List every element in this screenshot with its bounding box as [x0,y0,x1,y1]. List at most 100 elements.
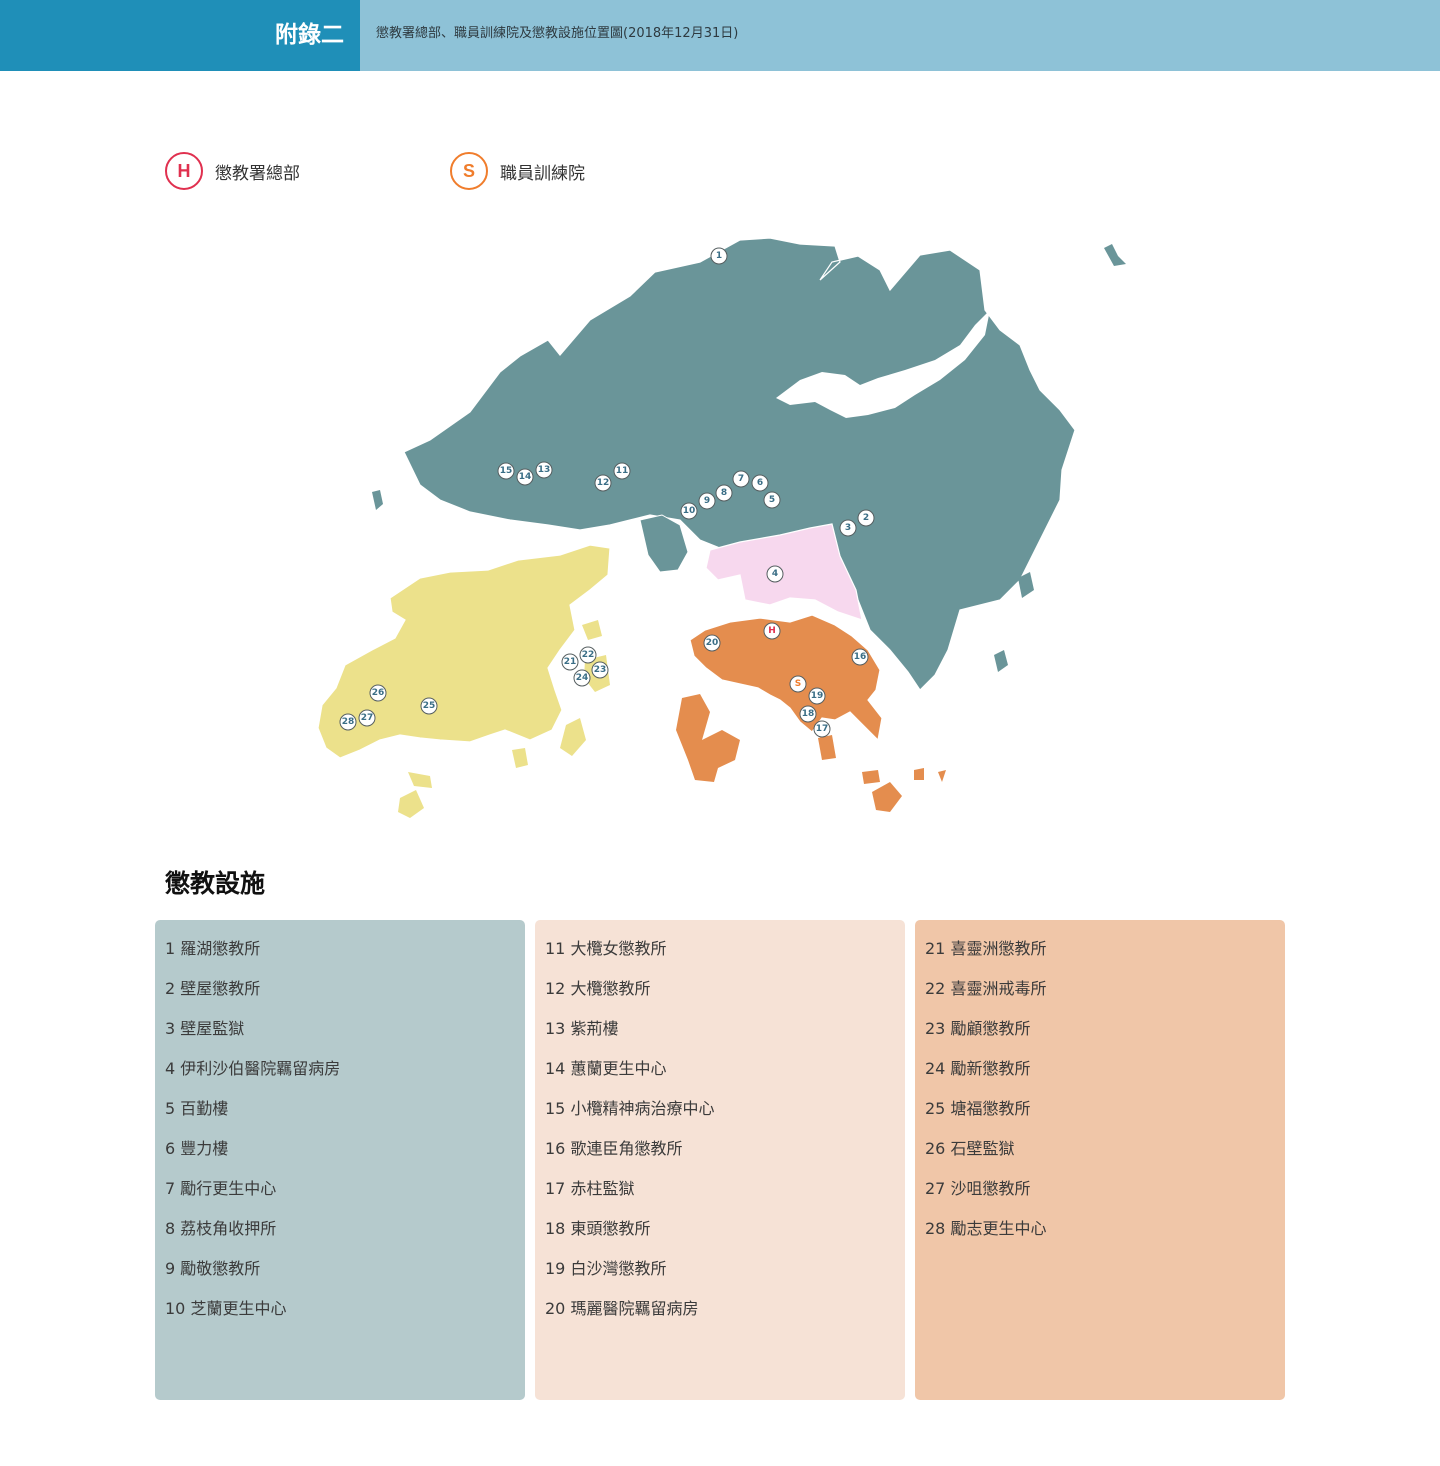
list-item: 22 喜靈洲戒毒所 [925,979,1047,998]
outlying-island-ne [1104,244,1126,266]
svg-text:10: 10 [683,506,696,516]
list-item: 16 歌連臣角懲教所 [545,1139,683,1158]
marker-11: 11 [613,462,631,480]
list-item: 15 小欖精神病治療中心 [545,1099,715,1118]
marker-5: 5 [763,491,781,509]
islet-2 [862,770,880,784]
marker-15: 15 [497,462,515,480]
svg-text:14: 14 [519,472,532,482]
marker-18: 18 [799,705,817,723]
list-item: 17 赤柱監獄 [545,1179,635,1198]
svg-text:13: 13 [538,465,551,475]
svg-text:2: 2 [863,513,869,523]
list-item: 8 荔枝角收押所 [165,1219,277,1238]
list-item: 11 大欖女懲教所 [545,939,667,958]
marker-4: 4 [766,565,784,583]
svg-text:24: 24 [576,673,589,683]
list-item: 26 石壁監獄 [925,1139,1015,1158]
marker-27: 27 [358,709,376,727]
svg-text:1: 1 [716,251,722,261]
svg-text:27: 27 [361,713,374,723]
list-item: 1 羅湖懲教所 [165,939,261,958]
marker-14: 14 [516,468,534,486]
svg-text:H: H [768,626,776,636]
svg-text:11: 11 [616,466,629,476]
marker-23: 23 [591,661,609,679]
svg-text:23: 23 [594,665,607,675]
svg-text:21: 21 [564,657,577,667]
marker-22: 22 [579,646,597,664]
svg-text:3: 3 [845,523,851,533]
list-item: 24 勵新懲教所 [925,1059,1031,1078]
marker-24: 24 [573,669,591,687]
marker-17: 17 [813,720,831,738]
marker-9: 9 [698,492,716,510]
svg-text:16: 16 [854,652,867,662]
list-item: 7 勵行更生中心 [165,1179,277,1198]
cheung-chau [560,718,586,756]
list-item: 5 百勤樓 [165,1099,229,1118]
marker-hq: H [763,622,781,640]
facility-panel-1: 1 羅湖懲教所 2 壁屋懲教所 3 壁屋監獄 4 伊利沙伯醫院羈留病房 5 百勤… [155,920,525,1400]
islet-3 [914,768,924,780]
svg-text:S: S [795,679,801,689]
list-item: 2 壁屋懲教所 [165,979,261,998]
islet-1 [818,735,836,760]
outlying-island-se [994,650,1008,672]
marker-training: S [789,675,807,693]
marker-7: 7 [732,470,750,488]
svg-text:19: 19 [811,691,824,701]
list-item: 12 大欖懲教所 [545,979,651,998]
facilities-heading: 懲教設施 [165,869,266,898]
list-item: 20 瑪麗醫院羈留病房 [545,1299,699,1318]
list-item: 14 蕙蘭更生中心 [545,1059,667,1078]
region-islands [317,544,611,818]
lamma-island [676,694,740,782]
svg-text:28: 28 [342,717,355,727]
outlying-island-w [372,490,383,510]
svg-text:22: 22 [582,650,595,660]
svg-text:7: 7 [738,474,744,484]
marker-8: 8 [715,484,733,502]
hk-island-landmass [689,614,883,742]
facility-panel-2: 11 大欖女懲教所 12 大欖懲教所 13 紫荊樓 14 蕙蘭更生中心 15 小… [535,920,905,1400]
marker-13: 13 [535,461,553,479]
svg-text:25: 25 [423,701,436,711]
list-item: 21 喜靈洲懲教所 [925,939,1047,958]
list-item: 4 伊利沙伯醫院羈留病房 [165,1059,341,1078]
marker-2: 2 [857,509,875,527]
marker-10: 10 [680,502,698,520]
list-item: 13 紫荊樓 [545,1019,619,1038]
svg-text:18: 18 [802,709,815,719]
islet-5 [512,748,528,768]
svg-text:8: 8 [721,488,727,498]
islet-peng-chau [582,620,602,640]
marker-1: 1 [710,247,728,265]
list-item: 23 勵顧懲教所 [925,1019,1031,1038]
po-toi-island [872,782,902,812]
marker-3: 3 [839,519,857,537]
marker-21: 21 [561,653,579,671]
svg-text:12: 12 [597,478,610,488]
marker-12: 12 [594,474,612,492]
islet-7 [408,772,432,788]
marker-19: 19 [808,687,826,705]
svg-text:9: 9 [704,496,710,506]
svg-text:26: 26 [372,688,385,698]
facility-panel-3: 21 喜靈洲懲教所 22 喜靈洲戒毒所 23 勵顧懲教所 24 勵新懲教所 25… [915,920,1285,1400]
list-item: 18 東頭懲教所 [545,1219,651,1238]
svg-text:5: 5 [769,495,775,505]
marker-25: 25 [420,697,438,715]
marker-28: 28 [339,713,357,731]
list-item: 3 壁屋監獄 [165,1019,245,1038]
svg-text:20: 20 [706,638,719,648]
hong-kong-map: 1 2 3 4 5 6 7 8 9 10 11 12 13 14 15 16 1… [317,237,1126,818]
tsing-yi [639,514,689,573]
list-item: 27 沙咀懲教所 [925,1179,1031,1198]
svg-text:4: 4 [772,569,778,579]
islet-6 [398,790,424,818]
list-item: 19 白沙灣懲教所 [545,1259,667,1278]
list-item: 25 塘福懲教所 [925,1099,1031,1118]
marker-26: 26 [369,684,387,702]
list-item: 9 勵敬懲教所 [165,1259,261,1278]
